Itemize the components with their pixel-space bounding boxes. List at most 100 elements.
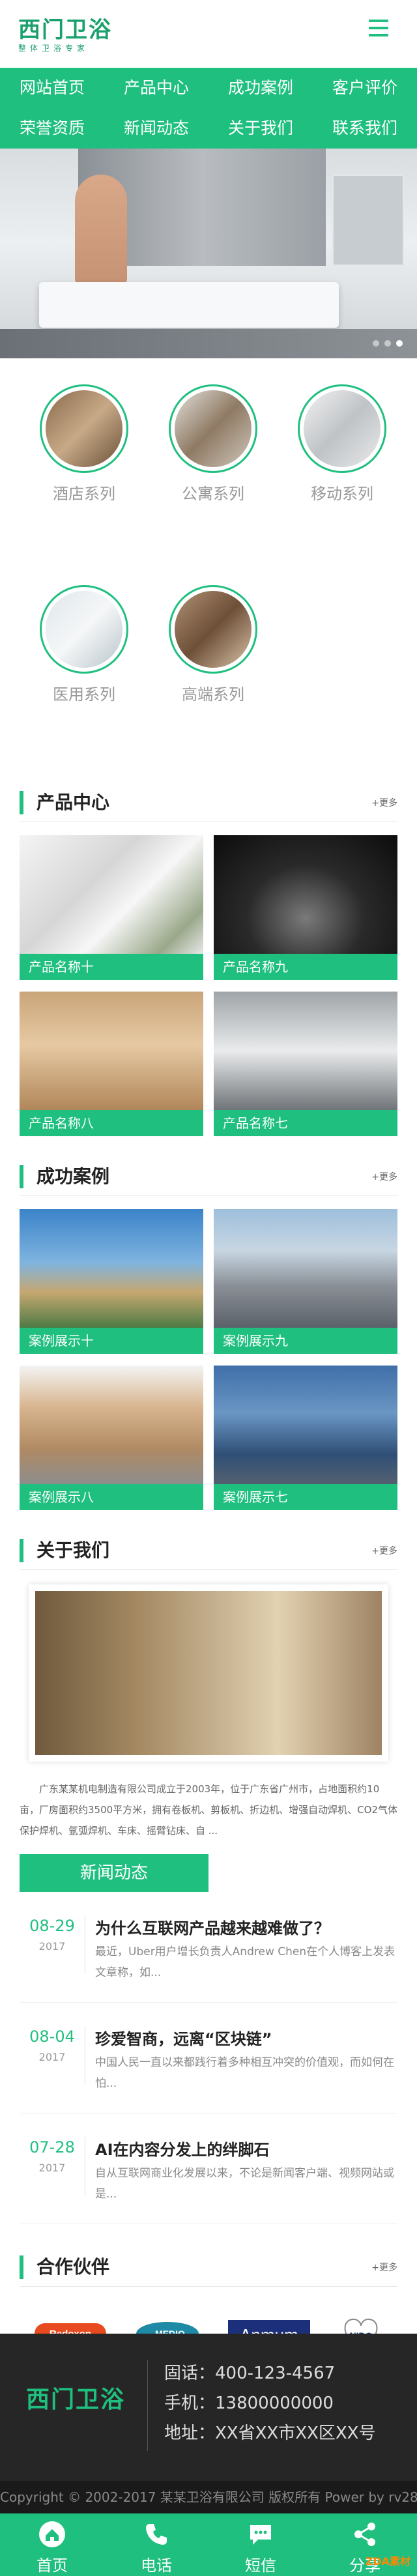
product-card[interactable]: 产品名称九 [214,835,397,980]
section-title: 关于我们 [36,1539,110,1561]
banner-dot[interactable] [373,340,379,347]
case-card[interactable]: 案例展示十 [20,1209,203,1354]
share-icon [354,2523,375,2546]
footer-address: 地址：XX省XX市XX区XX号 [164,2424,376,2443]
category-item[interactable]: 高端系列 [149,585,278,722]
hero-banner[interactable] [0,149,417,358]
product-card[interactable]: 产品名称七 [214,992,397,1136]
banner-floor-image [0,329,417,358]
footer-mobile: 手机：13800000000 [164,2394,334,2413]
more-link[interactable]: +更多 [371,1544,397,1557]
banner-shelf-image [332,175,404,266]
banner-person-image [75,175,127,285]
news-tab[interactable]: 新闻动态 [20,1854,208,1892]
case-image [20,1209,203,1328]
news-item[interactable]: 08-29 2017 为什么互联网产品越来越难做了？ 最近，Uber用户增长负责… [20,1892,397,2003]
nav-item-honors[interactable]: 荣誉资质 [0,108,104,149]
news-item[interactable]: 08-04 2017 珍爱智商，远离“区块链” 中国人民一直以来都践行着多种相互… [20,2003,397,2113]
copyright: Copyright © 2002-2017 某某卫浴有限公司 版权所有 Powe… [0,2481,417,2513]
category-thumb [169,384,257,473]
category-label: 移动系列 [311,485,373,503]
home-label: 首页 [36,2556,68,2575]
product-name: 产品名称十 [20,954,203,980]
menu-icon[interactable] [369,20,388,39]
category-item[interactable]: 移动系列 [278,384,407,521]
news-summary: 最近，Uber用户增长负责人Andrew Chen在个人博客上发表文章称，如..… [95,1945,395,1979]
partners-section-header: 合作伙伴 +更多 [20,2250,397,2287]
footer-phone: 固话：400-123-4567 [164,2364,336,2383]
phone-button[interactable]: 电话 [104,2513,208,2576]
category-item[interactable]: 公寓系列 [149,384,278,521]
site-logo[interactable]: 西门卫浴 整体卫浴专家 [18,17,112,53]
news-title: 珍爱智商，远离“区块链” [95,2030,272,2048]
category-label: 医用系列 [53,685,115,704]
nav-item-news[interactable]: 新闻动态 [104,108,208,149]
product-image [214,835,397,954]
nav-item-cases[interactable]: 成功案例 [208,68,313,108]
news-date-year: 2017 [38,2051,66,2063]
product-name: 产品名称八 [20,1110,203,1136]
section-accent-bar [20,2255,23,2279]
section-title: 成功案例 [36,1166,110,1187]
home-button[interactable]: 首页 [0,2513,104,2576]
category-label: 酒店系列 [53,485,115,503]
case-card[interactable]: 案例展示九 [214,1209,397,1354]
about-description: 广东某某机电制造有限公司成立于2003年，位于广东省广州市，占地面积约10亩，厂… [20,1783,398,1837]
product-grid: 产品名称十 产品名称九 产品名称八 产品名称七 [0,822,417,1136]
product-card[interactable]: 产品名称十 [20,835,203,980]
category-label: 公寓系列 [182,485,244,503]
banner-bathtub-image [39,282,339,328]
category-item[interactable]: 酒店系列 [20,384,149,521]
phone-label: 电话 [141,2556,172,2575]
case-name: 案例展示八 [20,1484,203,1510]
more-link[interactable]: +更多 [371,1170,397,1183]
news-date-md: 08-04 [29,2027,75,2046]
banner-dot[interactable] [384,340,391,347]
banner-dot-active[interactable] [396,340,403,347]
product-card[interactable]: 产品名称八 [20,992,203,1136]
product-name: 产品名称九 [214,954,397,980]
case-card[interactable]: 案例展示七 [214,1366,397,1510]
news-date-md: 07-28 [29,2138,75,2156]
section-accent-bar [20,791,23,814]
case-image [214,1209,397,1328]
case-name: 案例展示十 [20,1328,203,1354]
sms-button[interactable]: 短信 [208,2513,313,2576]
news-summary: 中国人民一直以来都践行着多种相互冲突的价值观，而如何在怕... [95,2056,394,2090]
bottom-toolbar: 首页 电话 短信 分享 [0,2513,417,2576]
product-image [20,835,203,954]
news-item[interactable]: 07-28 2017 AI在内容分发上的绊脚石 自从互联网商业化发展以来，不论是… [20,2113,397,2224]
footer-divider [147,2360,148,2451]
more-link[interactable]: +更多 [371,2261,397,2274]
case-name: 案例展示九 [214,1328,397,1354]
footer: 西门卫浴 固话：400-123-4567 手机：13800000000 地址：X… [0,2334,417,2481]
case-name: 案例展示七 [214,1484,397,1510]
header: 西门卫浴 整体卫浴专家 [0,0,417,68]
news-date: 08-29 2017 [26,1917,78,1953]
product-image [20,992,203,1110]
about-section-header: 关于我们 +更多 [20,1534,397,1570]
nav-item-about[interactable]: 关于我们 [208,108,313,149]
logo-text: 西门卫浴 [18,17,112,43]
news-title: 为什么互联网产品越来越难做了？ [95,1919,330,1938]
banner-pagination [373,340,403,347]
category-thumb [40,384,128,473]
about-image [29,1584,388,1762]
nav-item-home[interactable]: 网站首页 [0,68,104,108]
footer-logo: 西门卫浴 [26,2386,126,2413]
category-thumb [40,585,128,674]
nav-item-products[interactable]: 产品中心 [104,68,208,108]
category-item[interactable]: 医用系列 [20,585,149,722]
nav-item-contact[interactable]: 联系我们 [313,108,417,149]
logo-subtitle: 整体卫浴专家 [18,44,89,53]
section-title: 合作伙伴 [36,2256,110,2278]
category-thumb [298,384,386,473]
case-card[interactable]: 案例展示八 [20,1366,203,1510]
news-date: 07-28 2017 [26,2138,78,2174]
category-thumb [169,585,257,674]
more-link[interactable]: +更多 [371,796,397,809]
news-date-year: 2017 [38,1940,66,1953]
nav-item-reviews[interactable]: 客户评价 [313,68,417,108]
message-icon [250,2525,271,2545]
sms-label: 短信 [245,2556,276,2575]
